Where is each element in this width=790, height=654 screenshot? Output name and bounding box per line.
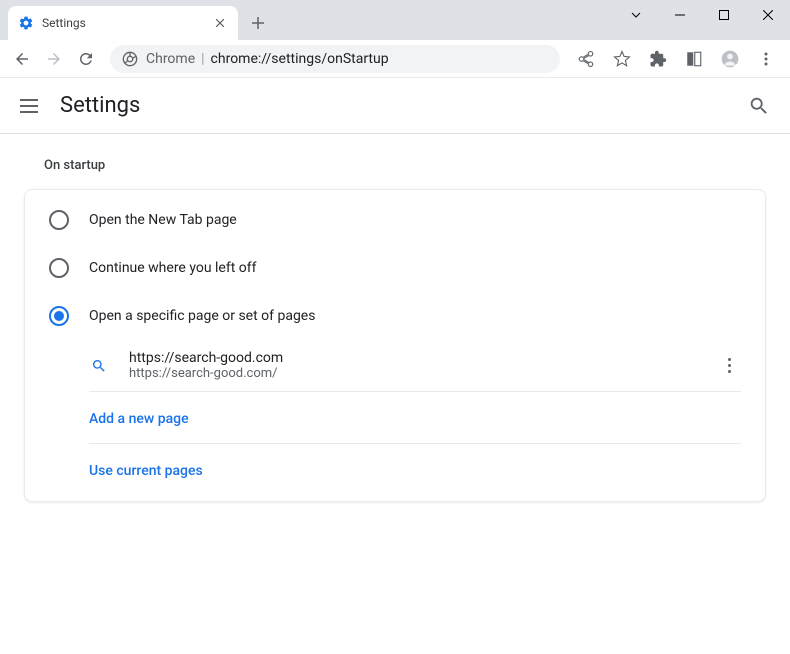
use-current-row[interactable]: Use current pages [25,444,765,495]
browser-tab[interactable]: Settings [8,6,238,40]
reload-button[interactable] [72,45,100,73]
chrome-icon [122,51,138,67]
profile-icon[interactable] [714,43,746,75]
url-separator: | [201,51,204,67]
bookmark-icon[interactable] [606,43,638,75]
extensions-icon[interactable] [642,43,674,75]
toolbar: Chrome | chrome://settings/onStartup [0,40,790,78]
radio-icon [49,306,69,326]
settings-header: Settings [0,78,790,134]
tab-title: Settings [42,16,212,30]
reading-list-icon[interactable] [678,43,710,75]
page-entry-url: https://search-good.com/ [129,366,717,381]
startup-card: Open the New Tab page Continue where you… [24,189,766,502]
radio-icon [49,210,69,230]
option-new-tab[interactable]: Open the New Tab page [25,196,765,244]
option-continue[interactable]: Continue where you left off [25,244,765,292]
share-icon[interactable] [570,43,602,75]
url-prefix: Chrome [146,51,195,67]
radio-label: Open the New Tab page [89,212,237,228]
settings-content: On startup Open the New Tab page Continu… [0,134,790,502]
radio-label: Open a specific page or set of pages [89,308,315,324]
radio-label: Continue where you left off [89,260,257,276]
hamburger-menu[interactable] [20,94,44,118]
menu-icon[interactable] [750,43,782,75]
forward-button[interactable] [40,45,68,73]
option-specific-pages[interactable]: Open a specific page or set of pages [25,292,765,340]
address-bar[interactable]: Chrome | chrome://settings/onStartup [110,45,560,73]
section-title: On startup [44,158,766,173]
search-settings-button[interactable] [748,95,770,117]
gear-icon [18,15,34,31]
back-button[interactable] [8,45,36,73]
use-current-link: Use current pages [89,463,203,479]
close-tab-icon[interactable] [212,15,228,31]
add-page-link: Add a new page [89,411,189,427]
page-title: Settings [60,93,140,118]
window-dropdown[interactable] [614,0,658,30]
minimize-button[interactable] [658,0,702,30]
search-icon [89,356,109,376]
startup-page-row: https://search-good.com https://search-g… [25,340,765,391]
more-actions-button[interactable] [717,354,741,378]
new-tab-button[interactable] [244,9,272,37]
add-page-row[interactable]: Add a new page [25,392,765,443]
maximize-button[interactable] [702,0,746,30]
close-window-button[interactable] [746,0,790,30]
url-text: chrome://settings/onStartup [211,51,389,67]
radio-icon [49,258,69,278]
page-entry-title: https://search-good.com [129,350,717,366]
